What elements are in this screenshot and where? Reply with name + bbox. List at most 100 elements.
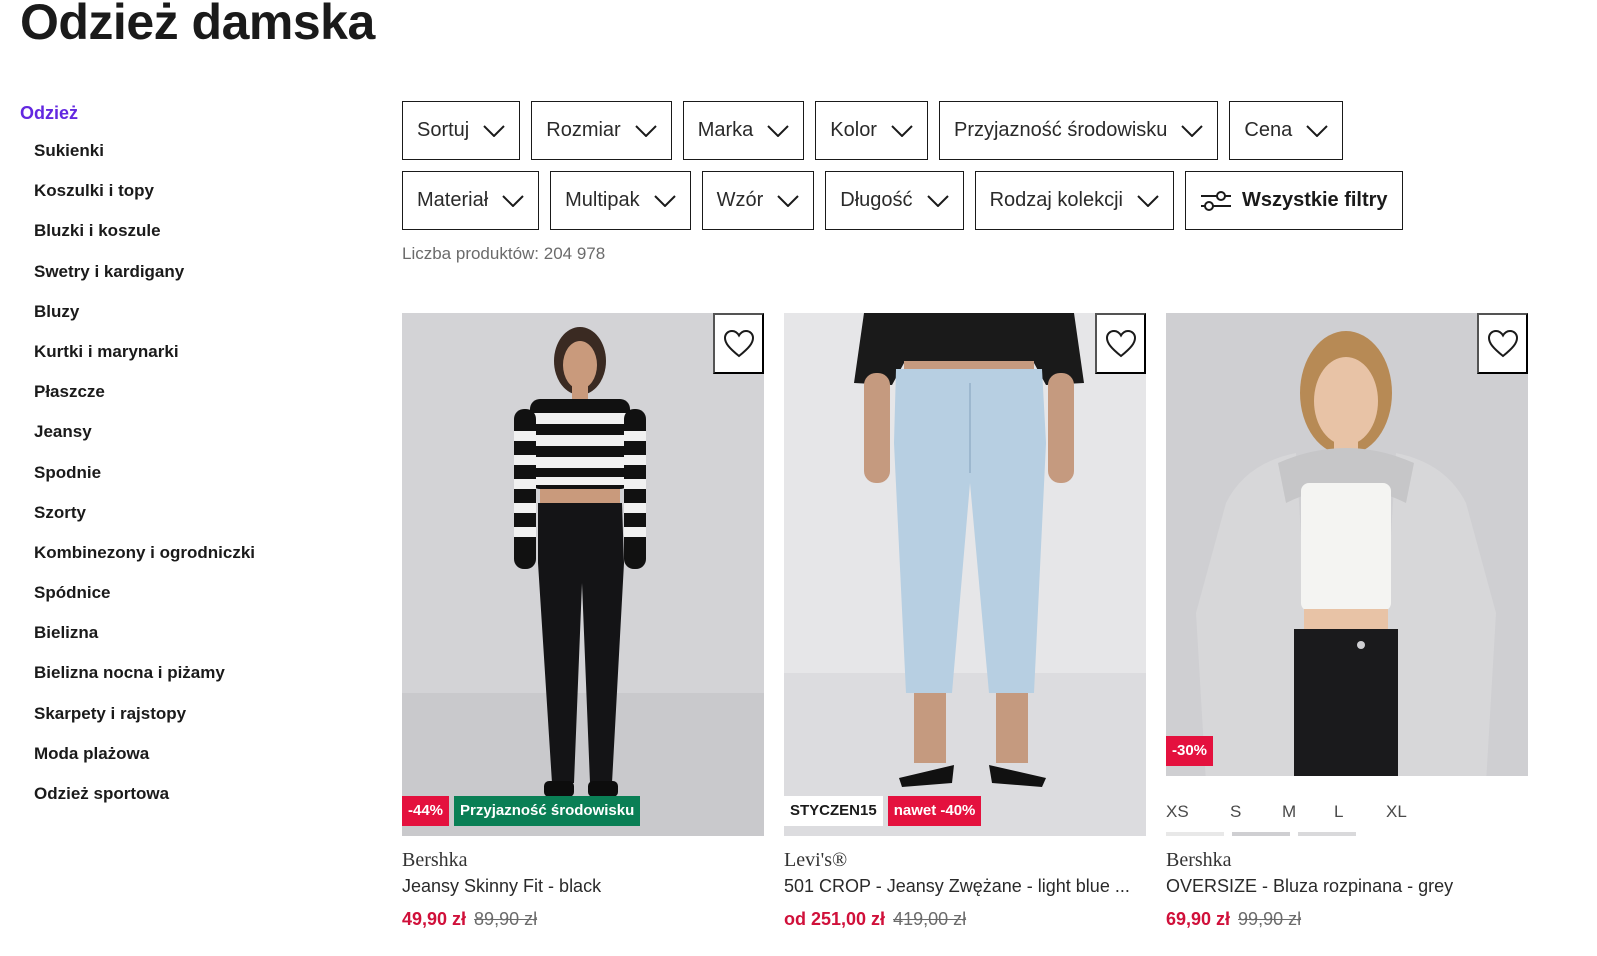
filter-bar: Sortuj Rozmiar Marka Kolor Przyjazność ś… [402,101,1532,241]
chevron-down-icon [502,194,524,207]
filter-multipak[interactable]: Multipak [550,171,691,230]
size-option[interactable]: L [1334,790,1386,836]
filter-dlugosc[interactable]: Długość [825,171,964,230]
filter-sortuj[interactable]: Sortuj [402,101,521,160]
color-swatch[interactable] [1232,832,1290,836]
badges: STYCZEN15 nawet -40% [784,796,982,826]
product-image[interactable]: -44% Przyjazność środowisku [402,313,764,836]
size-option[interactable]: XS [1166,790,1230,836]
chevron-down-icon [891,124,913,137]
chevron-down-icon [926,194,949,207]
filter-label: Marka [697,119,754,141]
chevron-down-icon [653,194,676,207]
chevron-down-icon [1137,194,1159,207]
product-price: 49,90 zł 89,90 zł [402,909,764,930]
filter-label: Wzór [716,189,764,211]
sidebar-item-szorty[interactable]: Szorty [20,503,350,543]
price-old: 419,00 zł [893,909,967,929]
color-swatch[interactable] [1298,832,1356,836]
sidebar-item-moda-plazowa[interactable]: Moda plażowa [20,744,350,784]
sidebar-item-bielizna[interactable]: Bielizna [20,623,350,663]
chevron-down-icon [777,194,800,207]
filter-kolekcja[interactable]: Rodzaj kolekcji [974,171,1174,230]
filter-rozmiar[interactable]: Rozmiar [531,101,672,160]
wishlist-heart-icon[interactable] [1477,313,1528,374]
sidebar-item-swetry[interactable]: Swetry i kardigany [20,262,350,302]
price-old: 99,90 zł [1238,909,1302,929]
color-swatches [1166,832,1356,836]
filter-label: Rodzaj kolekcji [989,189,1123,211]
sidebar-item-kurtki[interactable]: Kurtki i marynarki [20,342,350,382]
filter-label: Sortuj [417,119,470,141]
product-image[interactable]: STYCZEN15 nawet -40% [784,313,1146,836]
size-option[interactable]: S [1230,790,1282,836]
sidebar-item-spodnie[interactable]: Spodnie [20,463,350,503]
heart-icon [1105,329,1136,357]
filter-label: Kolor [830,119,877,141]
sidebar-item-bielizna-nocna[interactable]: Bielizna nocna i piżamy [20,663,350,703]
discount-badge: -30% [1166,736,1214,766]
discount-badge: -44% [402,796,450,826]
price-current: od 251,00 zł [784,909,886,929]
filter-cena[interactable]: Cena [1229,101,1344,160]
product-name[interactable]: 501 CROP - Jeansy Zwężane - light blue .… [784,876,1146,897]
sidebar-item-sukienki[interactable]: Sukienki [20,141,350,181]
heart-icon [1487,329,1518,357]
category-sidebar: Odzież Sukienki Koszulki i topy Bluzki i… [20,100,350,824]
wishlist-heart-icon[interactable] [713,313,764,374]
color-swatch[interactable] [1166,832,1224,836]
sidebar-item-odziez-sportowa[interactable]: Odzież sportowa [20,784,350,824]
product-brand: Bershka [402,849,468,871]
discount-badge: nawet -40% [887,796,982,826]
chevron-down-icon [767,124,789,137]
all-filters-button[interactable]: Wszystkie filtry [1184,171,1403,230]
filter-row-2: Materiał Multipak Wzór Długość Rodzaj ko… [402,171,1532,230]
filter-label: Cena [1244,119,1293,141]
size-list: XS S M L XL [1166,790,1528,836]
product-card[interactable]: STYCZEN15 nawet -40% Levi's® 501 CROP - … [784,313,1146,930]
product-price: 69,90 zł 99,90 zł [1166,909,1528,930]
filter-row-1: Sortuj Rozmiar Marka Kolor Przyjazność ś… [402,101,1532,160]
size-option[interactable]: XL [1386,790,1438,836]
chevron-down-icon [634,124,657,137]
filter-marka[interactable]: Marka [682,101,805,160]
sidebar-item-spodnice[interactable]: Spódnice [20,583,350,623]
sidebar-item-skarpety[interactable]: Skarpety i rajstopy [20,704,350,744]
filter-label: Materiał [417,189,489,211]
all-filters-label: Wszystkie filtry [1241,189,1388,211]
promo-code-badge: STYCZEN15 [784,796,883,826]
product-name[interactable]: OVERSIZE - Bluza rozpinana - grey [1166,876,1528,897]
badges: -44% Przyjazność środowisku [402,796,641,826]
price-old: 89,90 zł [474,909,538,929]
filter-wzor[interactable]: Wzór [701,171,815,230]
filter-eco[interactable]: Przyjazność środowisku [938,101,1219,160]
product-photo-jeans-black [402,313,764,836]
price-current: 69,90 zł [1166,909,1231,929]
filter-label: Przyjazność środowisku [953,119,1168,141]
wishlist-heart-icon[interactable] [1095,313,1146,374]
sidebar-item-jeansy[interactable]: Jeansy [20,422,350,462]
eco-badge: Przyjazność środowisku [454,796,641,826]
filter-kolor[interactable]: Kolor [815,101,928,160]
product-grid: -44% Przyjazność środowisku Bershka Jean… [402,313,1528,930]
sidebar-item-bluzy[interactable]: Bluzy [20,302,350,342]
filter-label: Długość [840,189,913,211]
badges: -30% [1166,736,1214,766]
filter-label: Rozmiar [546,119,621,141]
product-image[interactable]: -30% XS S M L XL [1166,313,1528,836]
filter-label: Multipak [565,189,640,211]
product-name[interactable]: Jeansy Skinny Fit - black [402,876,764,897]
product-photo-levis-jeans [784,313,1146,836]
product-card[interactable]: -30% XS S M L XL Bershka OVERSIZE - Bluz… [1166,313,1528,930]
sidebar-heading[interactable]: Odzież [20,100,350,126]
filter-material[interactable]: Materiał [402,171,540,230]
chevron-down-icon [483,124,505,137]
sidebar-item-koszulki[interactable]: Koszulki i topy [20,181,350,221]
product-brand: Levi's® [784,849,848,871]
sidebar-item-plaszcze[interactable]: Płaszcze [20,382,350,422]
product-count: Liczba produktów: 204 978 [402,244,606,263]
size-option[interactable]: M [1282,790,1334,836]
sidebar-item-bluzki[interactable]: Bluzki i koszule [20,221,350,261]
sidebar-item-kombinezony[interactable]: Kombinezony i ogrodniczki [20,543,350,583]
product-card[interactable]: -44% Przyjazność środowisku Bershka Jean… [402,313,764,930]
